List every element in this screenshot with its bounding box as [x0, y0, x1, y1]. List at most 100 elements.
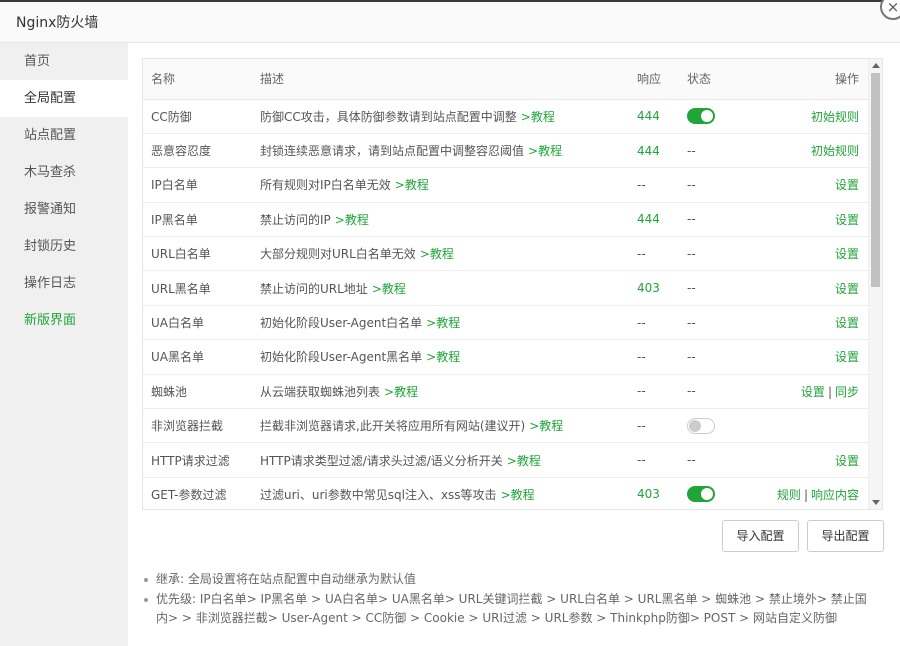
response-code: 444 [637, 143, 660, 158]
operation-link[interactable]: 设置 [835, 350, 859, 364]
operations-cell: 设置 [759, 202, 869, 236]
rule-description-cell: 禁止访问的URL地址 >教程 [252, 271, 629, 305]
operation-link[interactable]: 初始规则 [811, 110, 859, 124]
sidebar-item-operation-log[interactable]: 操作日志 [0, 265, 128, 302]
export-config-button[interactable]: 导出配置 [807, 520, 884, 552]
state-cell [679, 477, 759, 509]
sidebar-item-global-config[interactable]: 全局配置 [0, 80, 128, 117]
bullet-icon [144, 598, 148, 602]
tutorial-link[interactable]: >教程 [501, 488, 535, 502]
tutorial-link[interactable]: >教程 [335, 213, 369, 227]
rule-description: 禁止访问的URL地址 [260, 281, 368, 296]
operation-link[interactable]: 设置 [835, 247, 859, 261]
rule-description: 初始化阶段User-Agent黑名单 [260, 350, 423, 365]
rule-description: 从云端获取蜘蛛池列表 [260, 384, 381, 399]
operation-link[interactable]: 设置 [835, 282, 859, 296]
operations-cell [759, 409, 869, 443]
rule-name: 非浏览器拦截 [151, 419, 224, 434]
operations-cell: 初始规则 [759, 99, 869, 133]
operation-link[interactable]: 规则 [777, 488, 801, 502]
help-notes: 继承: 全局设置将在站点配置中自动继承为默认值 优先级: IP白名单> IP黑名… [142, 570, 872, 629]
operation-link[interactable]: 设置 [835, 454, 859, 468]
rule-name: 恶意容忍度 [151, 144, 212, 159]
rules-table-container[interactable]: 名称 描述 响应 状态 操作 CC防御 防御CC攻击，具体防御参数请到站点配置中调… [142, 58, 883, 510]
rule-description-cell: 禁止访问的IP >教程 [252, 202, 629, 236]
rule-description-cell: 拦截非浏览器请求,此开关将应用所有网站(建议开) >教程 [252, 409, 629, 443]
header-op: 操作 [759, 59, 869, 100]
note-inherit: 继承: 全局设置将在站点配置中自动继承为默认值 [142, 570, 872, 589]
sidebar-item-home[interactable]: 首页 [0, 43, 128, 80]
tutorial-link[interactable]: >教程 [507, 454, 541, 468]
tutorial-link[interactable]: >教程 [372, 282, 406, 296]
rule-description-cell: 大部分规则对URL白名单无效 >教程 [252, 237, 629, 271]
tutorial-link[interactable]: >教程 [426, 350, 460, 364]
tutorial-link[interactable]: >教程 [384, 385, 418, 399]
tutorial-link[interactable]: >教程 [529, 419, 563, 433]
rule-description-cell: 从云端获取蜘蛛池列表 >教程 [252, 374, 629, 408]
state-toggle[interactable] [687, 417, 715, 434]
rule-name: IP黑名单 [151, 212, 198, 227]
tutorial-link[interactable]: >教程 [426, 316, 460, 330]
header-state: 状态 [679, 59, 759, 100]
state-text: -- [687, 453, 696, 468]
rule-description-cell: 初始化阶段User-Agent白名单 >教程 [252, 305, 629, 339]
rule-description: 防御CC攻击，具体防御参数请到站点配置中调整 [260, 109, 517, 124]
operation-link[interactable]: 设置 [801, 385, 825, 399]
operations-cell: 设置 [759, 271, 869, 305]
scroll-thumb[interactable] [871, 73, 880, 287]
main-content: 名称 描述 响应 状态 操作 CC防御 防御CC攻击，具体防御参数请到站点配置中调… [128, 43, 900, 646]
table-row: UA白名单 初始化阶段User-Agent白名单 >教程 -- -- 设置 [143, 305, 869, 340]
rule-description: HTTP请求类型过滤/请求头过滤/语义分析开关 [260, 453, 503, 468]
tutorial-link[interactable]: >教程 [521, 110, 555, 124]
rule-name: URL白名单 [151, 247, 211, 262]
tutorial-link[interactable]: >教程 [420, 247, 454, 261]
table-row: CC防御 防御CC攻击，具体防御参数请到站点配置中调整 >教程 444 初始规则 [143, 99, 869, 134]
operation-link[interactable]: 响应内容 [811, 488, 859, 502]
operation-link[interactable]: 设置 [835, 316, 859, 330]
rule-name: UA白名单 [151, 316, 204, 331]
rule-description-cell: 过滤uri、uri参数中常见sql注入、xss等攻击 >教程 [252, 477, 629, 509]
sidebar-item-block-history[interactable]: 封锁历史 [0, 228, 128, 265]
operation-link[interactable]: 初始规则 [811, 144, 859, 158]
operation-link[interactable]: 设置 [835, 178, 859, 192]
table-scrollbar[interactable] [868, 59, 882, 509]
sidebar-item-alert-notify[interactable]: 报警通知 [0, 191, 128, 228]
state-text: -- [687, 349, 696, 364]
table-header-row: 名称 描述 响应 状态 操作 [143, 59, 869, 100]
rules-table-body: CC防御 防御CC攻击，具体防御参数请到站点配置中调整 >教程 444 初始规则 恶意容忍… [143, 99, 869, 509]
scroll-down-icon[interactable] [872, 500, 880, 505]
operations-cell: 初始规则 [759, 133, 869, 167]
rule-description-cell: 封锁连续恶意请求，请到站点配置中调整容忍阈值 >教程 [252, 133, 629, 167]
operations-cell: 设置 [759, 168, 869, 202]
state-toggle[interactable] [687, 486, 715, 503]
state-cell [679, 409, 759, 443]
table-row: URL黑名单 禁止访问的URL地址 >教程 403 -- 设置 [143, 271, 869, 306]
table-row: IP白名单 所有规则对IP白名单无效 >教程 -- -- 设置 [143, 168, 869, 203]
operation-link[interactable]: 设置 [835, 213, 859, 227]
rules-table: 名称 描述 响应 状态 操作 CC防御 防御CC攻击，具体防御参数请到站点配置中调… [143, 59, 869, 509]
header-name: 名称 [143, 59, 252, 100]
response-code: 444 [637, 212, 660, 227]
op-separator: | [827, 384, 832, 399]
operation-link[interactable]: 同步 [835, 385, 859, 399]
sidebar-item-trojan-scan[interactable]: 木马查杀 [0, 154, 128, 191]
rule-description-cell: 防御CC攻击，具体防御参数请到站点配置中调整 >教程 [252, 99, 629, 133]
scroll-up-icon[interactable] [872, 63, 880, 68]
header-resp: 响应 [629, 59, 679, 100]
state-text: -- [687, 177, 696, 192]
rule-name: CC防御 [151, 109, 192, 124]
tutorial-link[interactable]: >教程 [395, 178, 429, 192]
sidebar-item-new-ui[interactable]: 新版界面 [0, 302, 128, 339]
state-toggle[interactable] [687, 108, 715, 125]
import-config-button[interactable]: 导入配置 [722, 520, 799, 552]
rule-description-cell: 初始化阶段User-Agent黑名单 >教程 [252, 340, 629, 374]
tutorial-link[interactable]: >教程 [528, 144, 562, 158]
response-code: -- [637, 418, 646, 433]
toggle-knob [701, 110, 713, 123]
sidebar-item-site-config[interactable]: 站点配置 [0, 117, 128, 154]
rule-description-cell: HTTP请求类型过滤/请求头过滤/语义分析开关 >教程 [252, 443, 629, 477]
state-text: -- [687, 384, 696, 399]
table-row: 恶意容忍度 封锁连续恶意请求，请到站点配置中调整容忍阈值 >教程 444 -- 初始规则 [143, 133, 869, 168]
response-code: 444 [637, 109, 660, 124]
sidebar: 首页 全局配置 站点配置 木马查杀 报警通知 封锁历史 操作日志 新版界面 [0, 43, 128, 646]
